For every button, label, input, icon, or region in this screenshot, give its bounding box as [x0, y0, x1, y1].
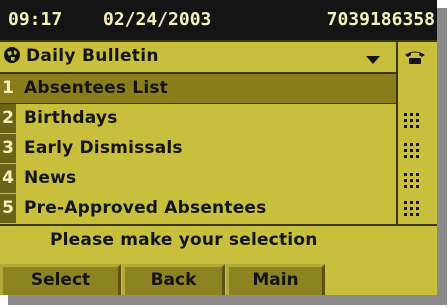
screen-shadow-bottom — [8, 295, 447, 305]
select-button[interactable]: Select — [0, 264, 121, 295]
divider — [0, 224, 437, 226]
chevron-down-icon[interactable] — [366, 56, 380, 64]
prompt-text: Please make your selection — [50, 230, 318, 250]
menu-item-index: 5 — [0, 194, 16, 223]
phone-icon[interactable] — [404, 49, 426, 65]
title-dropdown[interactable]: Daily Bulletin — [0, 42, 396, 72]
menu-item-absentees-list[interactable]: 1 Absentees List — [0, 74, 396, 103]
grid-dots-icon — [404, 113, 420, 129]
menu-item-index: 1 — [0, 74, 16, 103]
status-phone-number: 7039186358 — [326, 9, 435, 30]
grid-dots-icon — [404, 201, 420, 217]
menu-item-label: Absentees List — [24, 78, 169, 98]
menu-item-pre-approved-absentees[interactable]: 5 Pre-Approved Absentees — [0, 194, 396, 223]
status-time: 09:17 — [8, 9, 63, 30]
menu-item-label: Pre-Approved Absentees — [24, 198, 267, 218]
menu-item-index: 3 — [0, 134, 16, 163]
grid-dots-icon — [404, 143, 420, 159]
menu-item-label: News — [24, 168, 77, 188]
menu-item-news[interactable]: 4 News — [0, 164, 396, 193]
menu-item-index: 2 — [0, 104, 16, 133]
grid-dots-icon — [404, 173, 420, 189]
back-button[interactable]: Back — [122, 264, 225, 295]
phone-screen: 09:17 02/24/2003 7039186358 Daily Bullet… — [0, 0, 437, 295]
menu-item-early-dismissals[interactable]: 3 Early Dismissals — [0, 134, 396, 163]
menu-item-birthdays[interactable]: 2 Birthdays — [0, 104, 396, 133]
screen-shadow-right — [437, 8, 447, 305]
page-title: Daily Bulletin — [26, 46, 159, 66]
main-button[interactable]: Main — [226, 264, 325, 295]
menu-item-label: Birthdays — [24, 108, 118, 128]
status-bar: 09:17 02/24/2003 7039186358 — [0, 0, 437, 40]
divider — [396, 40, 398, 226]
menu-item-index: 4 — [0, 164, 16, 193]
menu-item-label: Early Dismissals — [24, 138, 183, 158]
globe-icon — [4, 47, 20, 63]
status-date: 02/24/2003 — [103, 9, 212, 30]
